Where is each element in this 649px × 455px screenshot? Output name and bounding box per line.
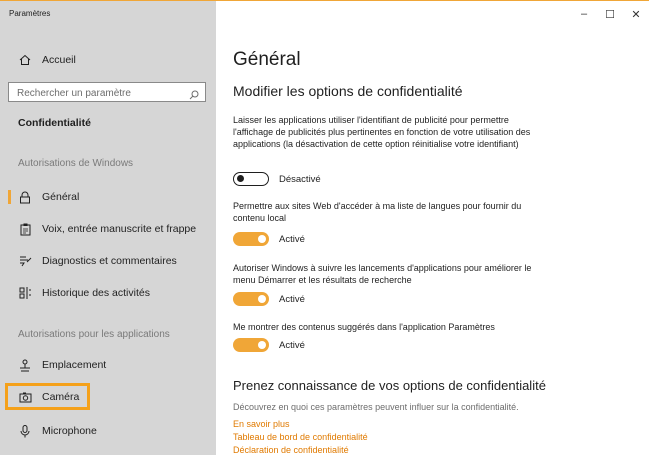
- window-controls: – ☐ ✕: [571, 3, 649, 25]
- sidebar-item-home[interactable]: Accueil: [0, 48, 216, 72]
- minimize-button[interactable]: –: [571, 3, 597, 25]
- toggle-switch[interactable]: [233, 292, 269, 306]
- section-subtitle: Modifier les options de confidentialité: [233, 83, 463, 99]
- learn-section-title: Prenez connaissance de vos options de co…: [233, 378, 546, 393]
- toggle-knob: [258, 295, 266, 303]
- toggle-state-label: Activé: [279, 233, 305, 245]
- search-input[interactable]: [9, 84, 187, 103]
- sidebar-item-label: Voix, entrée manuscrite et frappe: [42, 223, 197, 235]
- setting-description: Laisser les applications utiliser l'iden…: [233, 115, 531, 149]
- sidebar-item-label: Général: [42, 191, 80, 203]
- setting-description: Me montrer des contenus suggérés dans l'…: [233, 322, 495, 332]
- main-content: – ☐ ✕ Général Modifier les options de co…: [216, 1, 649, 455]
- language-list-toggle[interactable]: Activé: [233, 232, 305, 246]
- learn-section-description: Découvrez en quoi ces paramètres peuvent…: [233, 402, 519, 412]
- learn-more-link[interactable]: En savoir plus: [233, 419, 290, 429]
- sidebar-item-label: Emplacement: [42, 359, 107, 371]
- lock-icon: [18, 190, 32, 204]
- setting-description: Autoriser Windows à suivre les lancement…: [233, 263, 532, 285]
- settings-window: Paramètres Accueil Confidentialité Autor…: [0, 0, 649, 455]
- sidebar-item-microphone[interactable]: Microphone: [0, 419, 216, 443]
- toggle-state-label: Désactivé: [279, 173, 321, 185]
- sidebar-item-label: Microphone: [42, 425, 97, 437]
- search-icon: [189, 87, 199, 105]
- clipboard-icon: [18, 222, 32, 236]
- camera-highlight-box: [5, 383, 90, 410]
- setting-description: Permettre aux sites Web d'accéder à ma l…: [233, 201, 522, 223]
- sidebar-item-location[interactable]: Emplacement: [0, 353, 216, 377]
- sidebar-item-label: Diagnostics et commentaires: [42, 255, 177, 267]
- app-launch-tracking-toggle[interactable]: Activé: [233, 292, 305, 306]
- sidebar-item-label: Historique des activités: [42, 287, 150, 299]
- toggle-state-label: Activé: [279, 293, 305, 305]
- sidebar-item-voice[interactable]: Voix, entrée manuscrite et frappe: [0, 217, 216, 241]
- maximize-button[interactable]: ☐: [597, 3, 623, 25]
- advertising-id-toggle[interactable]: Désactivé: [233, 172, 321, 186]
- suggested-content-toggle[interactable]: Activé: [233, 338, 305, 352]
- toggle-switch[interactable]: [233, 338, 269, 352]
- toggle-state-label: Activé: [279, 339, 305, 351]
- page-title: Général: [233, 49, 301, 70]
- sidebar-item-label: Accueil: [42, 54, 76, 66]
- feedback-icon: [18, 254, 32, 268]
- toggle-knob: [258, 341, 266, 349]
- group-header-windows: Autorisations de Windows: [18, 158, 134, 169]
- selection-indicator: [8, 190, 11, 204]
- group-header-apps: Autorisations pour les applications: [18, 329, 170, 340]
- close-button[interactable]: ✕: [623, 3, 649, 25]
- timeline-icon: [18, 286, 32, 300]
- location-icon: [18, 358, 32, 372]
- sidebar: Paramètres Accueil Confidentialité Autor…: [0, 1, 216, 455]
- sidebar-item-activity-history[interactable]: Historique des activités: [0, 281, 216, 305]
- app-title: Paramètres: [9, 9, 51, 18]
- microphone-icon: [18, 424, 32, 438]
- home-icon: [18, 53, 32, 67]
- search-field[interactable]: [8, 82, 206, 105]
- toggle-knob: [237, 175, 244, 182]
- toggle-switch[interactable]: [233, 232, 269, 246]
- privacy-dashboard-link[interactable]: Tableau de bord de confidentialité: [233, 432, 368, 442]
- section-title: Confidentialité: [18, 117, 91, 129]
- sidebar-item-general[interactable]: Général: [0, 185, 216, 209]
- toggle-switch[interactable]: [233, 172, 269, 186]
- sidebar-item-diagnostics[interactable]: Diagnostics et commentaires: [0, 249, 216, 273]
- toggle-knob: [258, 235, 266, 243]
